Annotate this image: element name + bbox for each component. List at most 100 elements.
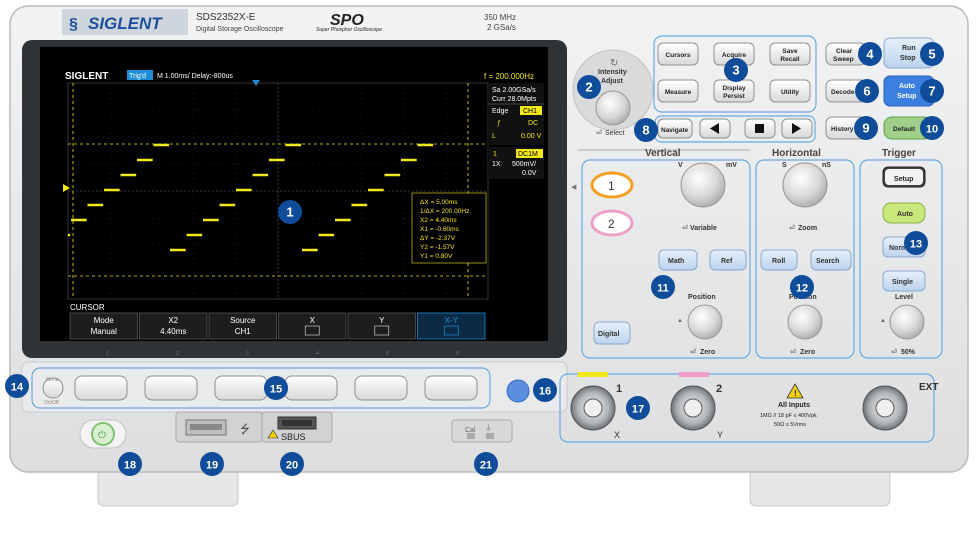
- stop-icon: [755, 124, 764, 133]
- y-input-label: Y: [717, 430, 723, 440]
- softkey-button[interactable]: [424, 375, 478, 401]
- screen-siglent-logo: SIGLENT: [65, 71, 108, 82]
- trigger-level-knob[interactable]: [889, 304, 925, 340]
- run-label: Run: [902, 45, 916, 52]
- sa-rate: Sa 2.00GSa/s: [492, 87, 536, 94]
- trig-l-label: L: [492, 133, 496, 140]
- trigger-section-title: Trigger: [882, 148, 916, 159]
- fifty-percent-label: 50%: [901, 349, 916, 356]
- v-position-knob[interactable]: [687, 304, 723, 340]
- h-position-knob[interactable]: [787, 304, 823, 340]
- ch2-button-label: 2: [608, 217, 615, 231]
- v-position-label: Position: [688, 294, 716, 301]
- menu-item-top: X: [310, 316, 316, 325]
- clear-label: Clear: [836, 48, 853, 55]
- save-recall-button-label-bottom: Recall: [780, 56, 799, 63]
- save-recall-button-label-top: Save: [782, 48, 798, 55]
- warning-line2: 50Ω ≤ 5Vrms: [774, 422, 806, 428]
- seconds-label: S: [782, 162, 787, 169]
- display-persist-button-label-bottom: Persist: [723, 93, 746, 100]
- spo-subtitle: Super Phosphor Oscilloscope: [316, 27, 382, 33]
- ch2-bnc-center: [683, 398, 703, 418]
- universal-knob-button[interactable]: [506, 379, 530, 403]
- ext-bnc-center: [875, 398, 895, 418]
- sweep-label: Sweep: [833, 56, 854, 63]
- power-icon: ⏻: [98, 430, 106, 441]
- ref-label: Ref: [721, 258, 733, 265]
- ch1-button-label: 1: [608, 179, 615, 193]
- intensity-label: Intensity: [598, 69, 627, 76]
- menu-item-bottom: CH1: [235, 327, 252, 336]
- trig-status: Trig'd: [129, 73, 146, 80]
- push-select-icon: ⏎: [596, 129, 602, 137]
- softkey-button[interactable]: [74, 375, 128, 401]
- ch1-probe: 1X: [492, 161, 501, 168]
- cursor-readout-line: X2 = 4.40ms: [420, 217, 457, 224]
- horizontal-section-title: Horizontal: [772, 148, 821, 159]
- menu-item-top: Source: [230, 316, 256, 325]
- millivolts-label: mV: [726, 162, 737, 169]
- usb-tongue: [190, 424, 222, 430]
- display-persist-button-label-top: Display: [722, 85, 746, 92]
- callout-number: 3: [732, 63, 739, 78]
- volts-div-knob[interactable]: [680, 162, 726, 208]
- auto-label: Auto: [899, 83, 915, 90]
- softkey-number: 1: [106, 351, 109, 357]
- trig-source: CH1: [523, 108, 537, 115]
- callout-number: 7: [928, 84, 935, 99]
- softkey-number: 4: [316, 351, 319, 357]
- cal-area: [451, 419, 513, 443]
- cal-terminal-2[interactable]: [486, 433, 494, 439]
- cursor-readout-line: X1 = -0.60ms: [420, 226, 460, 233]
- oscilloscope-front-panel: SIGLENT § SDS2352X-E Digital Storage Osc…: [5, 5, 969, 507]
- acquire-button-label: Acquire: [722, 52, 747, 59]
- frequency-readout: f = 200.000Hz: [484, 72, 534, 81]
- side-arrow-icon: ◀: [571, 184, 577, 191]
- ch1-color-strip: [578, 372, 608, 377]
- v-position-arrows-icon: ▲: [677, 318, 683, 324]
- siglent-logo: SIGLENT: [88, 14, 163, 33]
- trig-slope: ƒ: [497, 120, 501, 127]
- on-off-label: On/Off: [44, 400, 59, 406]
- usb-icon: ⭍: [240, 422, 250, 436]
- trigger-single-label: Single: [892, 279, 913, 286]
- cursors-button-label: Cursors: [666, 52, 691, 59]
- volts-label: V: [678, 162, 683, 169]
- menu-item-top: X2: [168, 316, 178, 325]
- cursor-readout-line: Y1 = 0.80V: [420, 253, 453, 260]
- select-label: Select: [605, 130, 625, 137]
- push-fifty-icon: ⏎: [891, 348, 897, 356]
- nanoseconds-label: nS: [822, 162, 831, 169]
- ch1-number: 1: [493, 151, 497, 158]
- softkey-button[interactable]: [354, 375, 408, 401]
- push-h-zero-icon: ⏎: [790, 348, 796, 356]
- ground-icon: ⏚: [485, 424, 492, 432]
- callout-number: 21: [480, 460, 492, 472]
- time-div-knob[interactable]: [782, 162, 828, 208]
- trigger-auto-label: Auto: [897, 211, 913, 218]
- ch1-scale: 500mV/: [512, 161, 536, 168]
- callout-number: 11: [657, 283, 669, 295]
- cursor-readout-line: ΔX = 5.00ms: [420, 199, 458, 206]
- roll-label: Roll: [772, 258, 785, 265]
- menu-item-bottom: 4.40ms: [160, 327, 186, 336]
- callout-number: 12: [796, 283, 808, 295]
- h-zero-label: Zero: [800, 349, 815, 356]
- callout-number: 16: [539, 386, 551, 398]
- level-label: Level: [895, 294, 913, 301]
- cal-label: Cal: [465, 427, 476, 434]
- model-name: SDS2352X-E: [196, 12, 256, 23]
- callout-number: 13: [910, 239, 922, 251]
- softkey-number: 5: [386, 351, 389, 357]
- softkey-button[interactable]: [214, 375, 268, 401]
- callout-number: 5: [928, 47, 935, 62]
- softkey-button[interactable]: [144, 375, 198, 401]
- intensity-knob[interactable]: [595, 90, 631, 126]
- variable-label: Variable: [690, 225, 717, 232]
- callout-number: 20: [286, 460, 298, 472]
- cal-terminal-1[interactable]: [467, 433, 475, 439]
- timebase-readout: M 1.00ms/ Delay:-800us: [157, 73, 233, 80]
- softkey-button[interactable]: [284, 375, 338, 401]
- menu-item-top: Y: [379, 316, 385, 325]
- search-label: Search: [816, 258, 839, 265]
